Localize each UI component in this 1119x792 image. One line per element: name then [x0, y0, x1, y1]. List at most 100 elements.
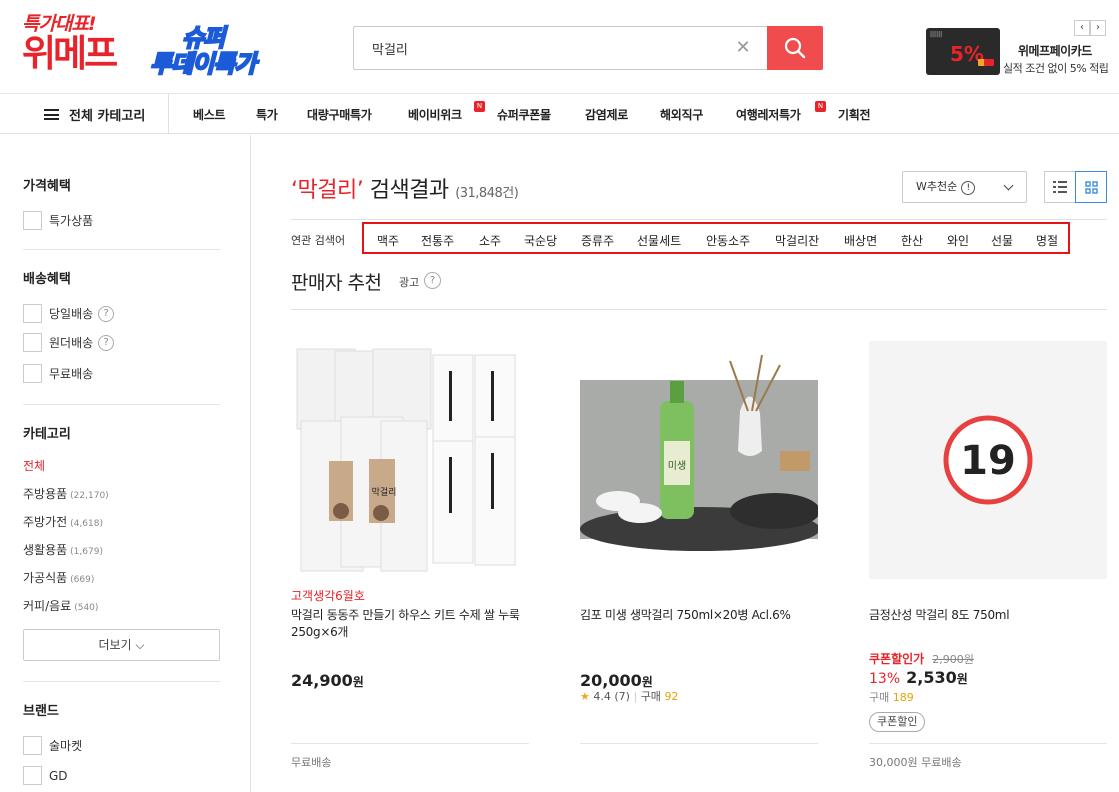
related-keyword[interactable]: 와인: [947, 232, 969, 249]
nav-item-super-coupon[interactable]: 슈퍼쿠폰몰: [497, 106, 551, 123]
search-icon: [784, 37, 806, 59]
checkbox[interactable]: [23, 766, 42, 785]
search-button[interactable]: [767, 26, 823, 70]
related-keyword[interactable]: 소주: [479, 232, 501, 249]
product-name[interactable]: 김포 미생 생막걸리 750ml×20병 Acl.6%: [580, 607, 818, 624]
pay-card-image[interactable]: |||||| 5%: [926, 28, 1000, 75]
filter-label: 당일배송: [49, 307, 94, 321]
coupon-price-label: 쿠폰할인가 2,900원: [869, 652, 974, 666]
related-keyword[interactable]: 국순당: [524, 232, 557, 249]
new-badge: N: [474, 101, 485, 112]
search-input[interactable]: [354, 27, 764, 69]
grid-view-icon: [1084, 180, 1098, 194]
prev-arrow-icon[interactable]: ‹: [1074, 20, 1090, 36]
category-item[interactable]: 커피/음료 (540): [23, 597, 98, 614]
logo-brand: 위메프: [22, 32, 118, 75]
product-name[interactable]: 막걸리 동동주 만들기 하우스 키트 수제 쌀 누룩 250g×6개: [291, 607, 529, 641]
super-banner-line2: 투데이특가: [149, 49, 257, 79]
header: 특가대표! 위메프 슈퍼 투데이특가 ✕ |||||| 5% ‹ › 위메프페이…: [0, 0, 1119, 94]
price-benefit-title: 가격혜택: [23, 179, 71, 194]
filter-label: 무료배송: [49, 367, 94, 381]
product-price: 24,900원: [291, 671, 364, 690]
nav-item-travel[interactable]: 여행레저특가: [736, 106, 801, 123]
help-icon[interactable]: ?: [424, 272, 441, 289]
wemakeprice-logo[interactable]: 특가대표! 위메프: [22, 14, 118, 75]
nav-item-bulk[interactable]: 대량구매특가: [307, 106, 372, 123]
category-all[interactable]: 전체: [23, 457, 45, 474]
filter-brand[interactable]: 술마켓: [23, 736, 82, 755]
banner-arrows: ‹ ›: [1074, 20, 1106, 36]
filter-free-shipping[interactable]: 무료배송: [23, 364, 93, 383]
checkbox[interactable]: [23, 333, 42, 352]
nav-item-special[interactable]: 특가: [256, 106, 278, 123]
grid-view-button[interactable]: [1075, 171, 1107, 203]
product-card[interactable]: 미생 김포 미생 생막걸리 750ml×20병 Acl.6% 20,000원 ★…: [580, 341, 818, 744]
product-name[interactable]: 금정산성 막걸리 8도 750ml: [869, 607, 1107, 624]
related-keyword[interactable]: 선물: [991, 232, 1013, 249]
product-image-kit: 막걸리: [291, 341, 529, 579]
checkbox[interactable]: [23, 211, 42, 230]
product-rating: ★ 4.4 (7) | 구매 92: [580, 690, 679, 703]
filter-label: 술마켓: [49, 739, 83, 753]
nav-item-infection-zero[interactable]: 감염제로: [585, 106, 628, 123]
category-item[interactable]: 주방용품 (22,170): [23, 485, 109, 502]
nav-item-best[interactable]: 베스트: [193, 106, 226, 123]
filter-wonder[interactable]: 원더배송?: [23, 333, 115, 352]
related-keyword[interactable]: 맥주: [377, 232, 399, 249]
related-keyword[interactable]: 전통주: [421, 232, 454, 249]
checkbox[interactable]: [23, 736, 42, 755]
more-button[interactable]: 더보기 ⌵: [23, 629, 220, 661]
related-keyword[interactable]: 배상면: [844, 232, 877, 249]
product-price: 13% 2,530원: [869, 668, 968, 687]
related-keyword[interactable]: 선물세트: [637, 232, 681, 249]
category-item[interactable]: 생활용품 (1,679): [23, 541, 103, 558]
seller-recommend-title: 판매자 추천: [291, 272, 382, 294]
filter-special-product[interactable]: 특가상품: [23, 211, 93, 230]
search-box: ✕: [353, 26, 823, 70]
nav-item-exhibition[interactable]: 기획전: [838, 106, 871, 123]
product-image[interactable]: 막걸리: [291, 341, 529, 579]
bottle-label-text: 미생: [668, 460, 686, 472]
chevron-down-icon: ⌵: [135, 638, 145, 652]
bag-label-text: 막걸리: [372, 487, 397, 498]
category-item[interactable]: 주방가전 (4,618): [23, 513, 103, 530]
nav-item-baby-week[interactable]: 베이비위크: [408, 106, 462, 123]
super-today-deal-banner[interactable]: 슈퍼 투데이특가: [149, 18, 275, 80]
help-icon[interactable]: ?: [98, 334, 115, 351]
filter-brand[interactable]: GD: [23, 766, 68, 785]
product-card[interactable]: 19 금정산성 막걸리 8도 750ml 쿠폰할인가 2,900원 13% 2,53…: [869, 341, 1107, 769]
chevron-down-icon: [1003, 180, 1014, 191]
menu-icon: [44, 109, 59, 120]
related-keyword[interactable]: 막걸리잔: [775, 232, 819, 249]
product-image[interactable]: 미생: [580, 341, 818, 579]
info-icon[interactable]: !: [961, 181, 976, 195]
filter-same-day[interactable]: 당일배송?: [23, 304, 115, 323]
search-keyword: ‘막걸리’: [291, 178, 364, 203]
adult-badge-text: 19: [960, 438, 1016, 484]
related-keyword[interactable]: 한산: [901, 232, 923, 249]
card-title[interactable]: 위메프페이카드: [1018, 42, 1092, 59]
checkbox[interactable]: [23, 304, 42, 323]
related-keyword[interactable]: 증류주: [581, 232, 614, 249]
all-category-button[interactable]: 전체 카테고리: [44, 105, 145, 124]
star-icon: ★: [580, 690, 590, 703]
purchase-count: 구매 189: [869, 691, 914, 704]
brand-title: 브랜드: [23, 704, 59, 719]
list-view-button[interactable]: [1044, 171, 1076, 203]
adult-restricted-image[interactable]: 19: [869, 341, 1107, 579]
clear-icon[interactable]: ✕: [734, 39, 752, 57]
all-category-label: 전체 카테고리: [69, 109, 146, 124]
sort-dropdown[interactable]: W추천순!: [902, 171, 1027, 203]
related-keyword[interactable]: 안동소주: [706, 232, 750, 249]
checkbox[interactable]: [23, 364, 42, 383]
related-keyword[interactable]: 명절: [1036, 232, 1058, 249]
nav-item-overseas[interactable]: 해외직구: [660, 106, 703, 123]
help-icon[interactable]: ?: [98, 305, 115, 322]
category-item[interactable]: 가공식품 (669): [23, 569, 94, 586]
ad-label: 광고: [399, 276, 420, 289]
shipping-info: 30,000원 무료배송: [869, 756, 962, 769]
next-arrow-icon[interactable]: ›: [1090, 20, 1106, 36]
filter-sidebar: 가격혜택 특가상품 배송혜택 당일배송? 원더배송? 무료배송 카테고리 전체 …: [0, 135, 251, 792]
product-card[interactable]: 막걸리 고객생각6월호 막걸리 동동주 만들기 하우스 키트 수제 쌀 누룩 2…: [291, 341, 529, 769]
result-count: (31,848건): [455, 186, 519, 201]
